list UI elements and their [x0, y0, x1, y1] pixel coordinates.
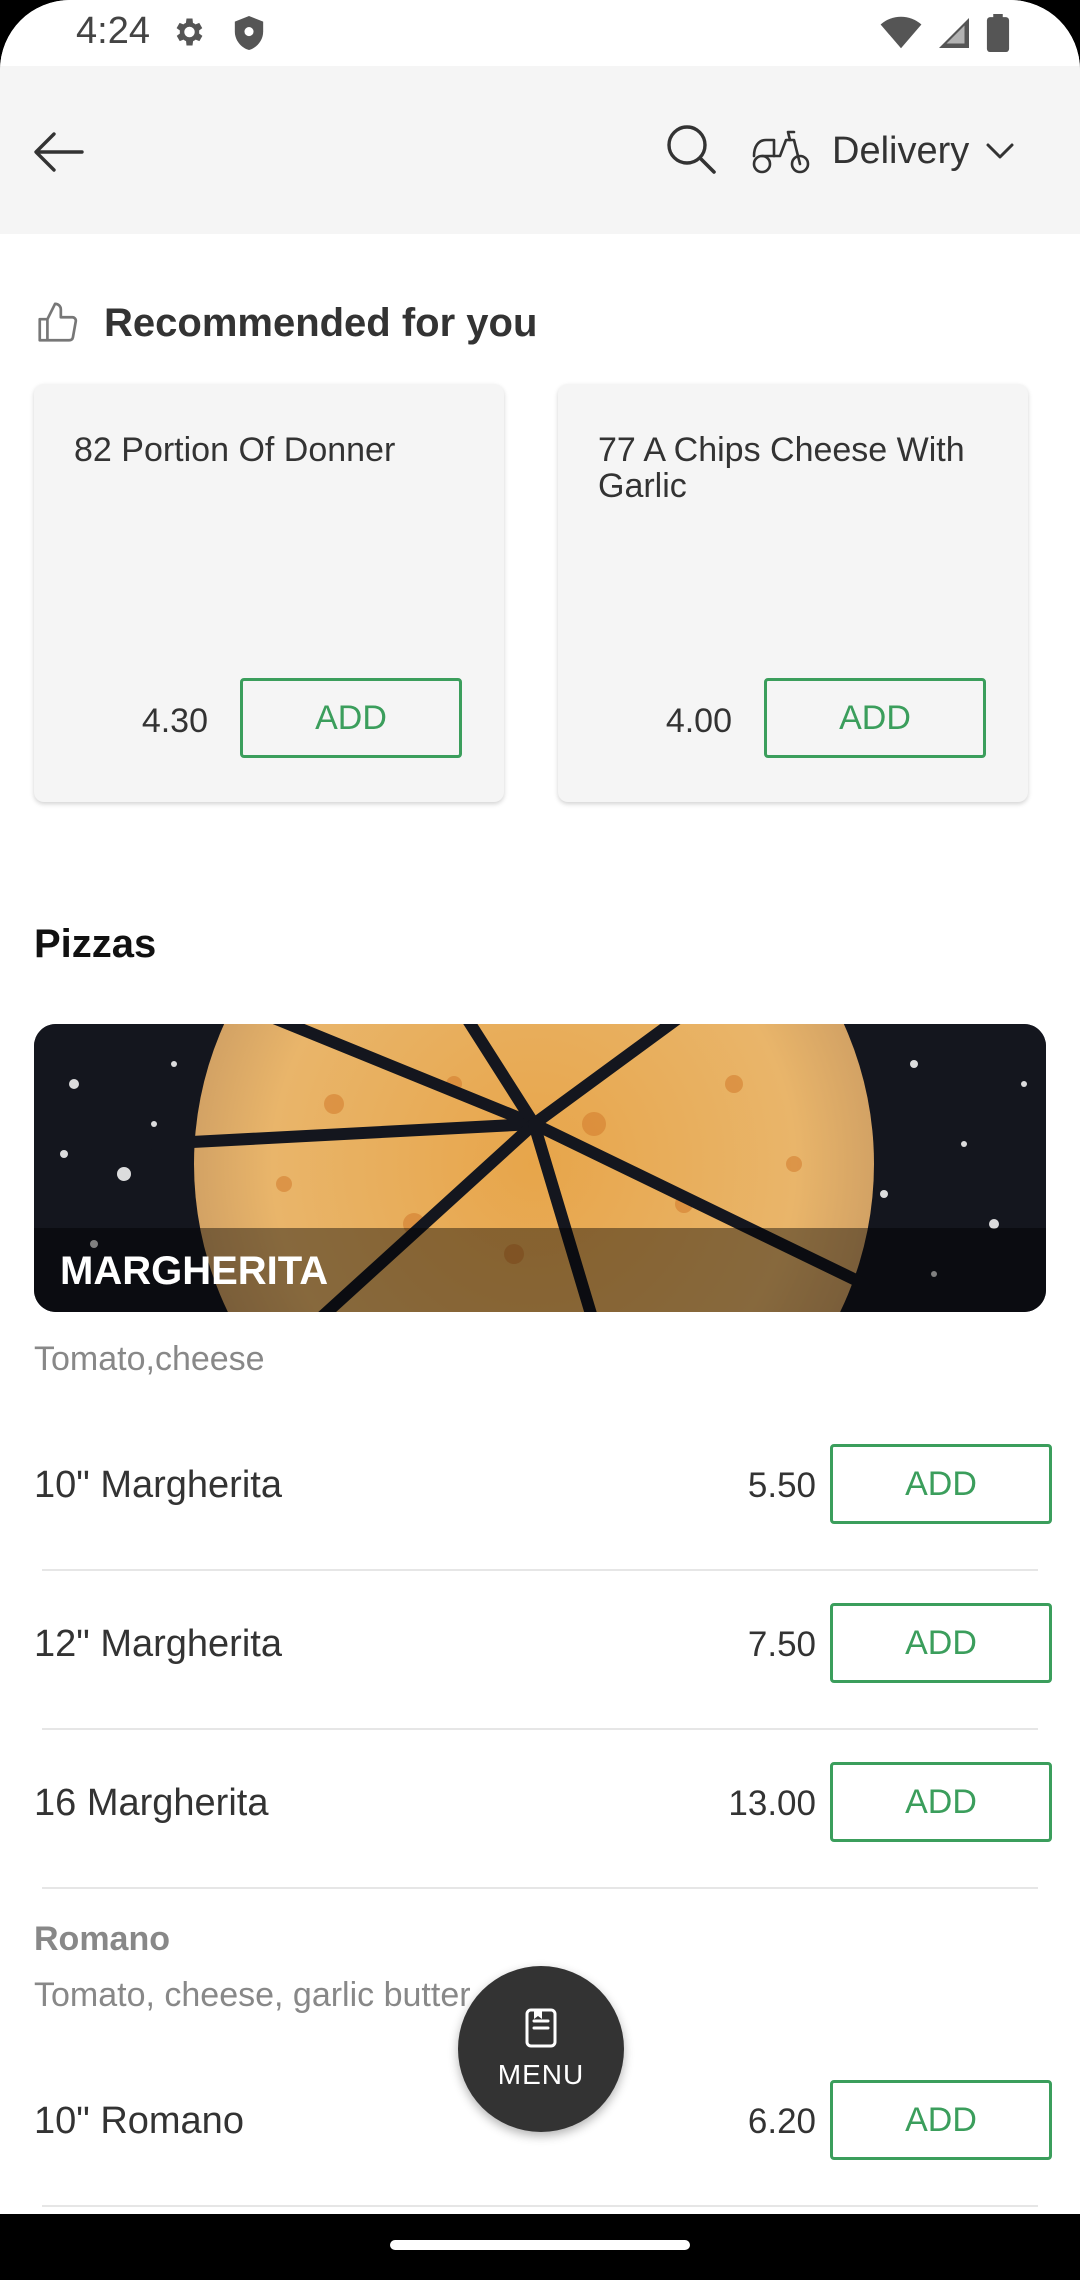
- menu-item-name: 10" Romano: [34, 2100, 244, 2142]
- shield-icon: [234, 16, 264, 50]
- signal-icon: [939, 18, 969, 48]
- system-nav-bar: [0, 2214, 1080, 2280]
- add-button[interactable]: ADD: [830, 1444, 1052, 1524]
- row-divider: [42, 2205, 1038, 2207]
- status-time: 4:24: [76, 10, 150, 52]
- menu-fab-label: MENU: [497, 2059, 585, 2090]
- add-button[interactable]: ADD: [830, 2080, 1052, 2160]
- menu-item-price: 5.50: [747, 1466, 816, 1505]
- recommended-item-name: 77 A Chips Cheese With Garlic: [598, 431, 965, 505]
- recommended-header: Recommended for you: [34, 300, 537, 346]
- recommended-item-price: 4.00: [665, 702, 732, 740]
- category-banner[interactable]: MARGHERITA: [34, 1024, 1046, 1312]
- app-screen: 4:24 Delivery Recommended for you 82 Por…: [0, 0, 1080, 2214]
- gear-icon: [176, 18, 203, 46]
- menu-item-name: 16 Margherita: [34, 1782, 269, 1824]
- recommended-item-price: 4.30: [141, 702, 208, 740]
- menu-item-row: 12" Margherita 7.50 ADD: [34, 1571, 1052, 1730]
- recommended-card[interactable]: 77 A Chips Cheese With Garlic 4.00 ADD: [558, 384, 1028, 802]
- category-description: Tomato,cheese: [34, 1340, 265, 1378]
- menu-fab-button[interactable]: MENU: [458, 1966, 624, 2132]
- subcategory-title: Romano: [34, 1920, 170, 1958]
- thumbs-up-icon: [38, 302, 78, 342]
- menu-item-price: 6.20: [747, 2102, 816, 2141]
- menu-item-name: 10" Margherita: [34, 1464, 282, 1506]
- chevron-down-icon: [986, 143, 1014, 159]
- subcategory-description: Tomato, cheese, garlic butter: [34, 1976, 471, 2014]
- menu-item-price: 7.50: [747, 1625, 816, 1664]
- search-icon[interactable]: [664, 122, 718, 176]
- add-button[interactable]: ADD: [240, 678, 462, 758]
- recommended-item-name: 82 Portion Of Donner: [74, 431, 396, 469]
- status-bar: 4:24: [0, 0, 1080, 66]
- delivery-mode-selector[interactable]: Delivery: [750, 116, 1015, 186]
- section-title: Pizzas: [34, 922, 157, 966]
- menu-book-icon: [525, 2008, 557, 2048]
- menu-item-row: 16 Margherita 13.00 ADD: [34, 1730, 1052, 1889]
- add-button[interactable]: ADD: [764, 678, 986, 758]
- add-button[interactable]: ADD: [830, 1603, 1052, 1683]
- row-divider: [42, 1887, 1038, 1889]
- category-name: MARGHERITA: [60, 1249, 329, 1293]
- wifi-icon: [880, 16, 922, 49]
- add-button[interactable]: ADD: [830, 1762, 1052, 1842]
- scooter-icon: [752, 130, 810, 174]
- menu-item-price: 13.00: [728, 1784, 816, 1823]
- menu-item-row: 10" Margherita 5.50 ADD: [34, 1412, 1052, 1571]
- back-arrow-icon[interactable]: [30, 122, 90, 182]
- delivery-label: Delivery: [832, 129, 970, 172]
- menu-item-name: 12" Margherita: [34, 1623, 282, 1665]
- recommended-title: Recommended for you: [104, 300, 538, 345]
- home-gesture-handle[interactable]: [390, 2240, 690, 2250]
- recommended-card[interactable]: 82 Portion Of Donner 4.30 ADD: [34, 384, 504, 802]
- app-bar: Delivery: [0, 66, 1080, 234]
- battery-icon: [986, 14, 1010, 52]
